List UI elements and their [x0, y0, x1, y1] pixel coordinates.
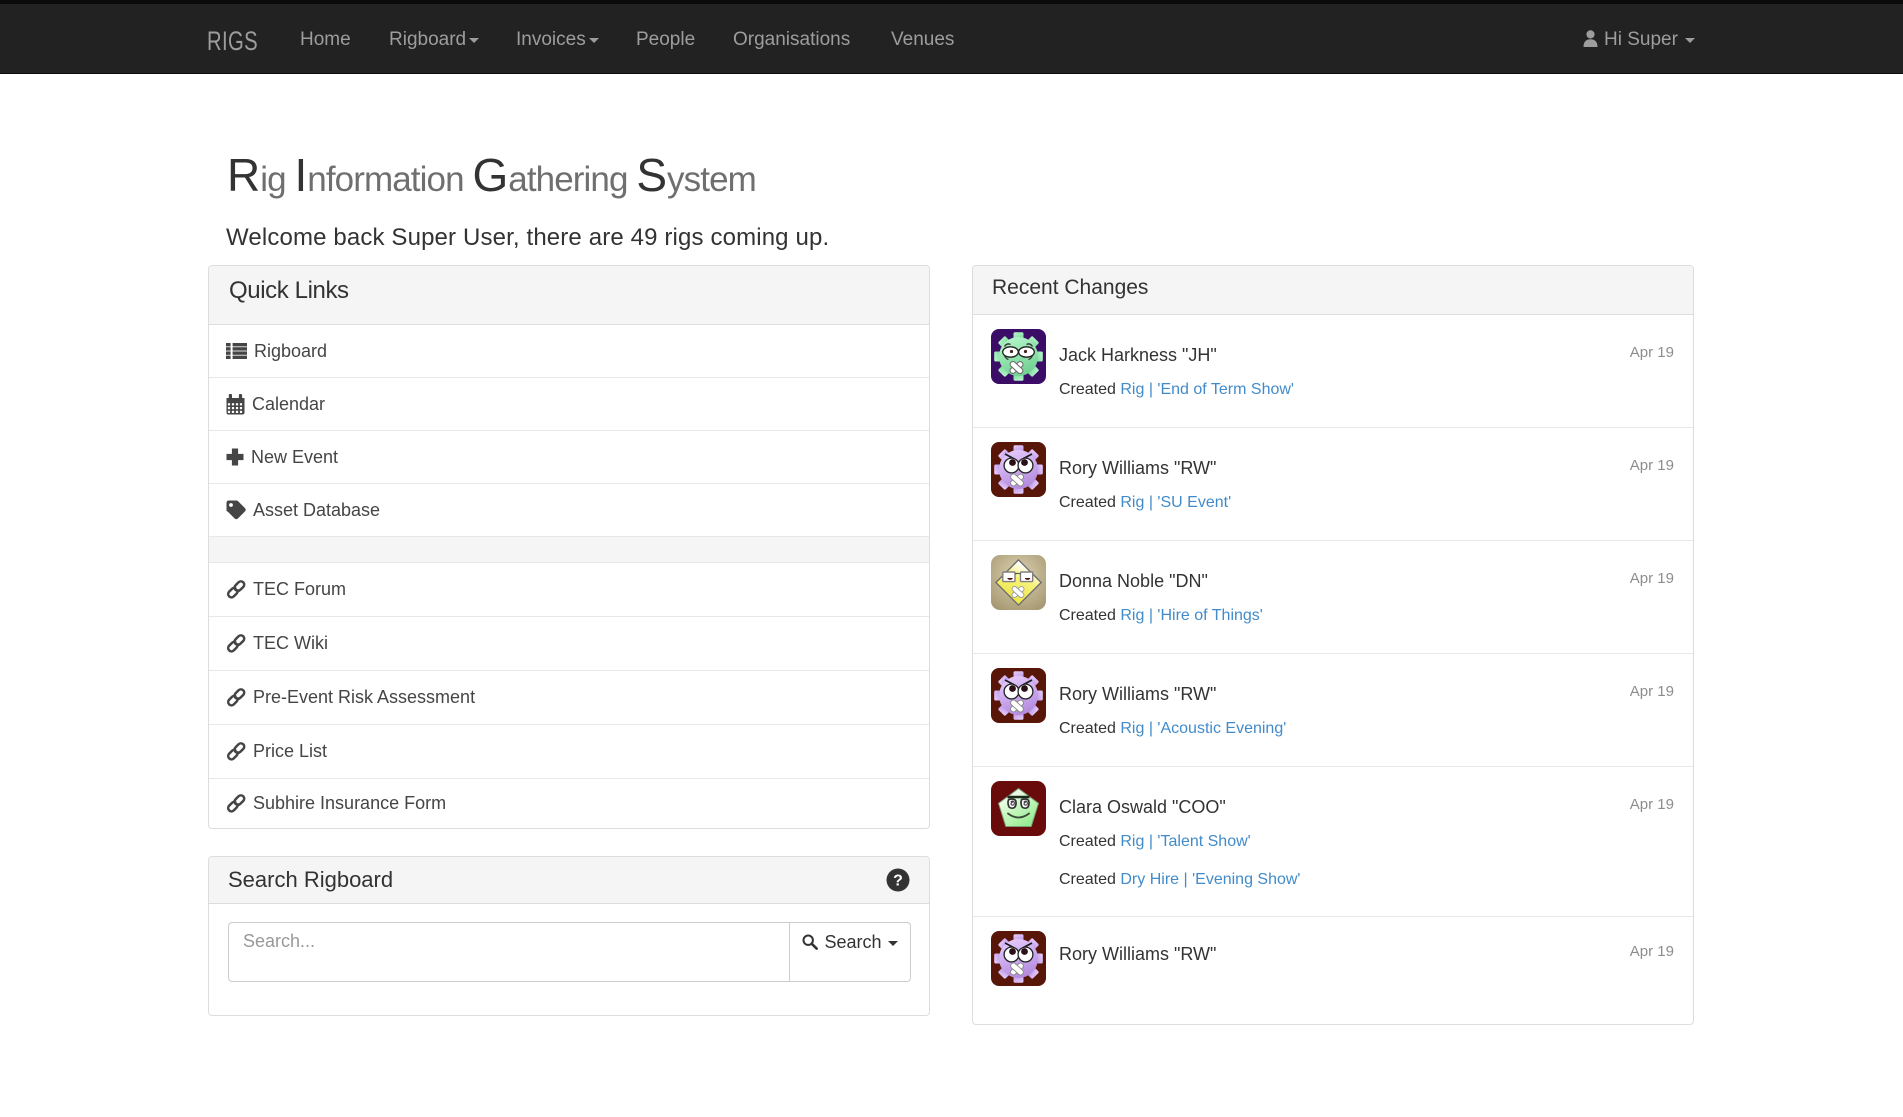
svg-text:?: ?	[893, 873, 903, 890]
